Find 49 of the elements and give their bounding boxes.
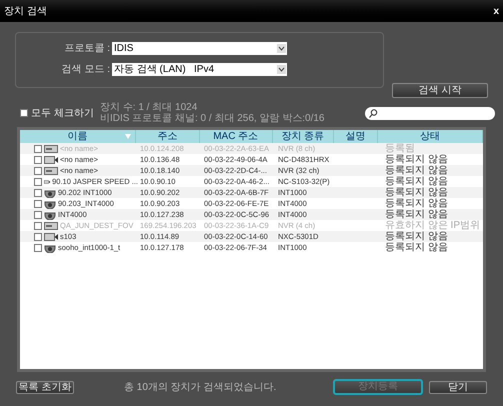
device-count-text: 비IDIS 프로토콜 채널: 0 / 최대 256, 알람 박스:0/16 (100, 113, 324, 124)
dome-camera-icon (44, 210, 56, 220)
table-cell: 등록되지 않음 (385, 187, 448, 198)
chevron-down-icon (277, 44, 286, 53)
table-cell: 등록됨 (385, 143, 415, 154)
search-icon (369, 108, 378, 118)
dome-camera-icon (44, 188, 56, 198)
row-checkbox[interactable] (34, 232, 42, 240)
table-cell: 등록되지 않음 (385, 165, 448, 176)
window-title: 장치 검색 (4, 4, 47, 18)
dome-camera-icon (44, 242, 56, 252)
search-field[interactable] (365, 106, 495, 120)
recorder-icon (44, 166, 58, 174)
check-all-checkbox[interactable] (20, 109, 28, 117)
row-checkbox[interactable] (34, 200, 42, 208)
camera-icon (44, 178, 50, 186)
chevron-down-icon (277, 65, 286, 74)
device-count-text: 장치 수: 1 / 최대 1024 (100, 102, 198, 113)
dropdown[interactable]: 자동 검색 (LAN) IPv4 (112, 63, 287, 76)
row-checkbox[interactable] (34, 178, 42, 186)
dome-camera-icon (44, 198, 56, 208)
table-cell: 등록되지 않음 (385, 198, 448, 209)
sort-icon (125, 134, 132, 139)
table-cell: 등록되지 않음 (385, 242, 448, 253)
table-cell: 등록되지 않음 (385, 176, 448, 187)
result-message: 총 10개의 장치가 검색되었습니다. (124, 380, 276, 394)
table-cell: 등록되지 않음 (385, 231, 448, 242)
row-checkbox[interactable] (34, 156, 42, 164)
camera-icon (44, 156, 58, 164)
table-cell: 등록되지 않음 (385, 154, 448, 165)
reset-list-button[interactable]: 목록 초기화 (16, 380, 74, 394)
recorder-icon (44, 222, 58, 230)
dropdown[interactable]: IDIS (112, 42, 287, 55)
row-checkbox[interactable] (34, 188, 42, 196)
table-cell: 유효하지 않은 IP범위 (385, 220, 480, 231)
dropdown-value: 자동 검색 (LAN) IPv4 (114, 64, 214, 75)
recorder-icon (44, 144, 58, 152)
table-cell: 등록되지 않음 (385, 209, 448, 220)
field-label: 프로토콜 : (63, 42, 110, 56)
camera-icon (44, 232, 58, 240)
check-all-label: 모두 체크하기 (31, 106, 94, 120)
close-dialog-button[interactable]: 닫기 (429, 380, 487, 394)
row-checkbox[interactable] (34, 210, 42, 218)
field-label: 검색 모드 : (60, 63, 110, 77)
search-start-button[interactable]: 검색 시작 (392, 83, 488, 98)
dropdown-value: IDIS (114, 43, 134, 54)
close-button[interactable]: x (493, 4, 499, 18)
row-checkbox[interactable] (34, 244, 42, 252)
row-checkbox[interactable] (34, 166, 42, 174)
